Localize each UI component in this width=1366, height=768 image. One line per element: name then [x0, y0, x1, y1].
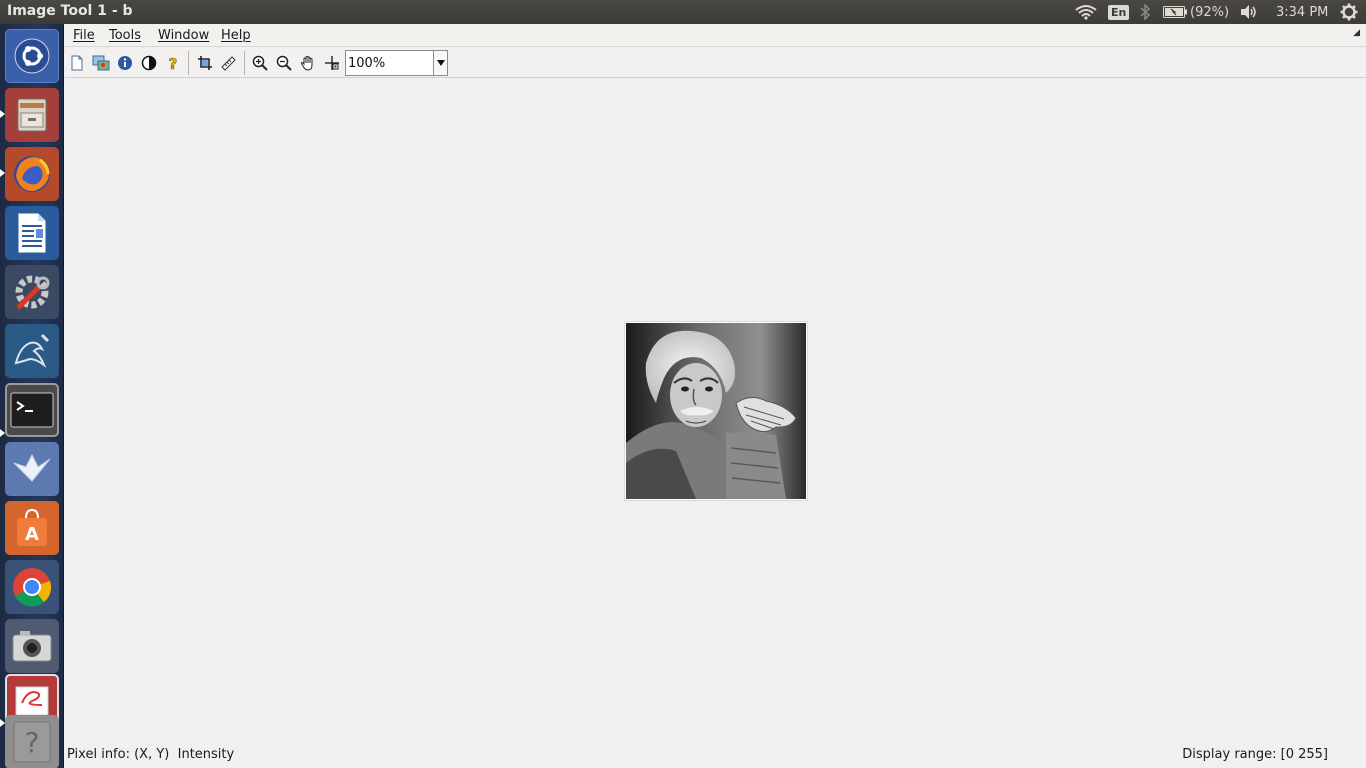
zoom-in-icon[interactable]	[249, 52, 271, 74]
ubuntu-logo-icon	[14, 38, 50, 74]
chevron-down-icon[interactable]	[433, 51, 447, 75]
toolbar: ?	[65, 48, 1366, 78]
launcher-chrome[interactable]	[5, 560, 59, 614]
launcher-ubuntu-dash[interactable]	[5, 29, 59, 83]
volume-icon[interactable]	[1239, 0, 1259, 24]
launcher-ubuntu-software[interactable]: A	[5, 501, 59, 555]
keyboard-layout-label: En	[1108, 4, 1130, 20]
new-figure-icon[interactable]	[66, 52, 88, 74]
camera-icon	[12, 631, 52, 662]
help-question-icon: ?	[13, 721, 51, 763]
launcher-mysql-workbench[interactable]	[5, 324, 59, 378]
launcher-terminal[interactable]	[5, 383, 59, 437]
contrast-icon[interactable]	[138, 52, 160, 74]
clock[interactable]: 3:34 PM	[1276, 0, 1328, 24]
battery-percentage: (92%)	[1190, 4, 1230, 20]
display-range-label: Display range: [0 255]	[1182, 747, 1328, 762]
launcher-firefox[interactable]	[5, 147, 59, 201]
launcher-files[interactable]	[5, 88, 59, 142]
chrome-icon	[13, 568, 52, 607]
toolbar-separator	[188, 51, 189, 75]
help-icon[interactable]: ?	[162, 52, 184, 74]
launcher-help[interactable]: ?	[5, 715, 59, 768]
info-icon[interactable]	[114, 52, 136, 74]
image-canvas[interactable]	[65, 79, 1366, 743]
paper-boat-icon	[13, 453, 51, 482]
settings-wrench-icon	[15, 275, 50, 310]
launcher: A ?	[0, 24, 64, 768]
window-title: Image Tool 1 - b	[7, 3, 133, 19]
menu-help[interactable]: Help	[221, 28, 251, 43]
terminal-icon	[10, 392, 54, 428]
writer-document-icon	[17, 212, 47, 254]
pan-hand-icon[interactable]	[297, 52, 319, 74]
zoom-input[interactable]	[346, 51, 433, 75]
top-panel: Image Tool 1 - b En (92%) 3:34 PM	[0, 0, 1366, 24]
menu-window[interactable]: Window	[158, 28, 209, 43]
battery-indicator[interactable]: (92%)	[1163, 0, 1229, 24]
svg-text:?: ?	[169, 55, 178, 71]
keyboard-layout-indicator[interactable]: En	[1108, 0, 1130, 24]
pixel-info-label: Pixel info: (X, Y) Intensity	[67, 747, 235, 762]
dolphin-icon	[14, 333, 50, 368]
image-copy-icon[interactable]	[90, 52, 112, 74]
toolbar-separator	[244, 51, 245, 75]
portrait-image	[626, 323, 806, 499]
file-cabinet-icon	[17, 98, 47, 132]
shopping-bag-icon: A	[17, 508, 47, 546]
menu-bar: File Tools Window Help ◢	[65, 24, 1366, 47]
menu-file[interactable]: File	[73, 28, 95, 43]
menu-tools[interactable]: Tools	[109, 28, 141, 43]
zoom-combobox	[345, 50, 448, 76]
wifi-icon[interactable]	[1075, 0, 1097, 24]
launcher-screenshot[interactable]	[5, 619, 59, 673]
image-display[interactable]	[624, 321, 808, 501]
launcher-system-settings[interactable]	[5, 265, 59, 319]
svg-text:A: A	[25, 524, 39, 545]
svg-text:?: ?	[25, 726, 40, 759]
bluetooth-icon[interactable]	[1139, 0, 1151, 24]
pixel-region-icon[interactable]	[321, 52, 343, 74]
zoom-out-icon[interactable]	[273, 52, 295, 74]
crop-icon[interactable]	[194, 52, 216, 74]
launcher-libreoffice-writer[interactable]	[5, 206, 59, 260]
launcher-mail-app[interactable]	[5, 442, 59, 496]
measure-icon[interactable]	[217, 52, 239, 74]
firefox-icon	[14, 156, 50, 192]
menu-dock-arrow-icon[interactable]: ◢	[1353, 28, 1360, 38]
status-bar: Pixel info: (X, Y) Intensity Display ran…	[65, 743, 1366, 768]
settings-gear-icon[interactable]	[1340, 0, 1358, 24]
battery-icon	[1163, 6, 1187, 18]
